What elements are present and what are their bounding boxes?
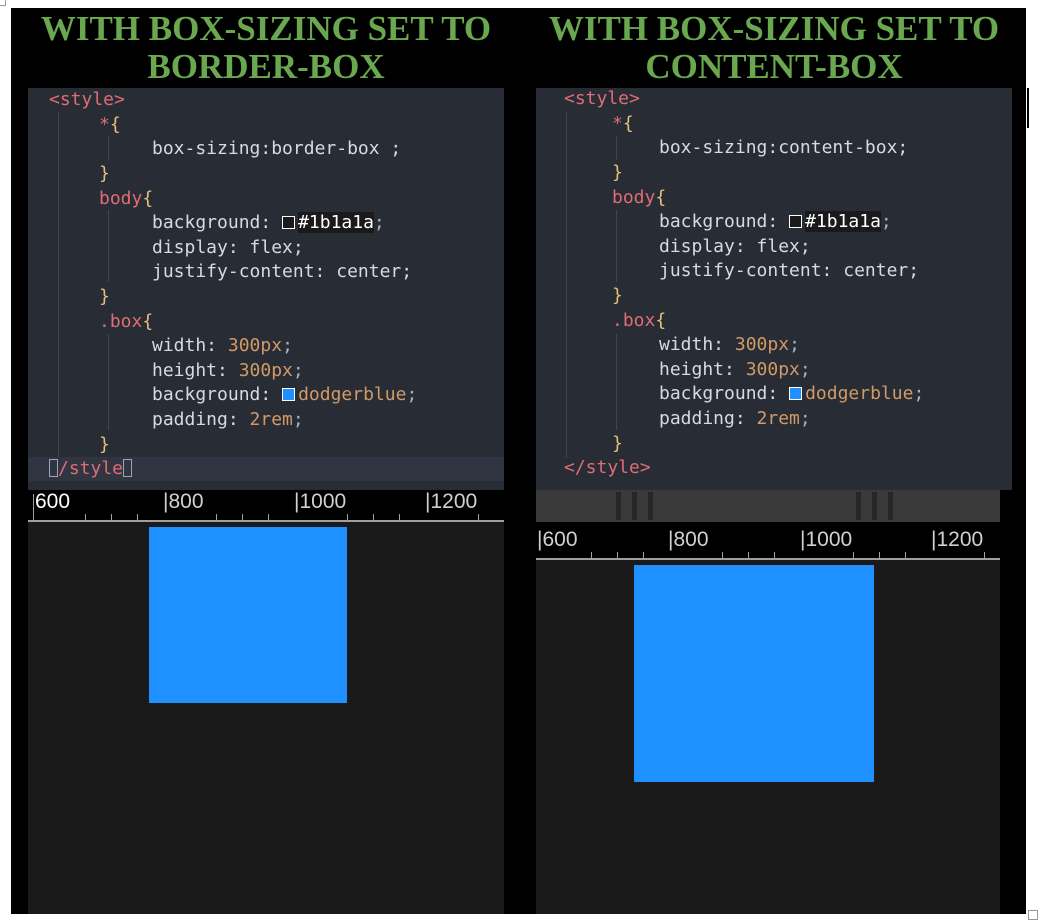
content-box-title: WITH BOX-SIZING SET TO CONTENT-BOX bbox=[536, 10, 1012, 86]
indent-guide bbox=[566, 112, 567, 458]
indent-guide bbox=[616, 334, 617, 430]
code-box-background: background: dodgerblue; bbox=[152, 384, 418, 405]
code-box-sizing: box-sizing:content-box; bbox=[659, 137, 909, 158]
code-editor[interactable]: <style> *{ box-sizing:border-box ; } bod… bbox=[28, 88, 504, 490]
title-line-1: WITH BOX-SIZING SET TO bbox=[40, 9, 492, 48]
code-close-brace: } bbox=[99, 434, 110, 455]
code-justify: justify-content: center; bbox=[152, 261, 413, 282]
code-universal-rule: *{ bbox=[99, 114, 121, 135]
indent-guide bbox=[108, 136, 109, 160]
indent-guide bbox=[616, 136, 617, 160]
code-close-brace: } bbox=[99, 286, 110, 307]
code-universal-rule: *{ bbox=[612, 113, 634, 134]
preview-box bbox=[149, 527, 347, 703]
code-box-rule: .box{ bbox=[612, 310, 667, 331]
code-body-rule: body{ bbox=[99, 188, 154, 209]
pixel-ruler: 600 |800 |1000 |1200 bbox=[28, 490, 504, 522]
code-close-brace: } bbox=[99, 163, 110, 184]
bracket-match-icon bbox=[123, 459, 133, 477]
code-box-sizing: box-sizing:border-box ; bbox=[152, 138, 402, 159]
border-box-panel: WITH BOX-SIZING SET TO BORDER-BOX <style… bbox=[28, 8, 504, 914]
ruler-label: |1200 bbox=[425, 490, 478, 513]
ruler-label: |1200 bbox=[931, 528, 984, 551]
bracket-match-icon bbox=[49, 459, 58, 477]
code-open-tag: <style> bbox=[564, 88, 640, 109]
code-body-rule: body{ bbox=[612, 187, 667, 208]
code-width: width: 300px; bbox=[152, 335, 293, 356]
indent-guide bbox=[616, 210, 617, 282]
browser-preview bbox=[536, 560, 1000, 914]
text-cursor bbox=[1027, 88, 1029, 128]
ruler-label: |800 bbox=[668, 528, 709, 551]
content-box-panel: WITH BOX-SIZING SET TO CONTENT-BOX <styl… bbox=[536, 8, 1012, 914]
code-box-background: background: dodgerblue; bbox=[659, 383, 925, 404]
code-close-brace: } bbox=[612, 285, 623, 306]
indent-guide bbox=[58, 112, 59, 460]
ruler-label: |800 bbox=[163, 490, 204, 513]
color-swatch-icon[interactable] bbox=[282, 216, 296, 229]
devtools-scroll-strip[interactable] bbox=[536, 490, 1000, 522]
title-line-1: WITH BOX-SIZING SET TO bbox=[548, 9, 1000, 48]
code-close-tag: /style bbox=[49, 457, 133, 481]
comparison-frame: WITH BOX-SIZING SET TO BORDER-BOX <style… bbox=[11, 8, 1026, 914]
code-padding: padding: 2rem; bbox=[152, 409, 304, 430]
ruler-tick bbox=[33, 494, 34, 520]
code-display: display: flex; bbox=[152, 237, 304, 258]
pixel-ruler: |600 |800 |1000 |1200 bbox=[536, 526, 1000, 560]
code-display: display: flex; bbox=[659, 236, 811, 257]
ruler-label: |1000 bbox=[800, 528, 853, 551]
code-padding: padding: 2rem; bbox=[659, 408, 811, 429]
ruler-label: 600 bbox=[35, 490, 71, 513]
code-width: width: 300px; bbox=[659, 334, 800, 355]
border-box-title: WITH BOX-SIZING SET TO BORDER-BOX bbox=[28, 10, 504, 86]
code-close-tag: </style> bbox=[564, 457, 651, 478]
title-line-2: BORDER-BOX bbox=[147, 47, 385, 86]
code-height: height: 300px; bbox=[659, 359, 811, 380]
code-close-brace: } bbox=[612, 433, 623, 454]
code-box-rule: .box{ bbox=[99, 311, 154, 332]
indent-guide bbox=[108, 334, 109, 430]
indent-guide bbox=[108, 210, 109, 282]
code-close-brace: } bbox=[612, 162, 623, 183]
color-swatch-icon[interactable] bbox=[789, 215, 803, 228]
page-corner-mark bbox=[0, 0, 6, 6]
code-height: height: 300px; bbox=[152, 360, 304, 381]
code-editor[interactable]: <style> *{ box-sizing:content-box; } bod… bbox=[536, 88, 1012, 490]
preview-box bbox=[634, 565, 874, 782]
browser-preview bbox=[28, 522, 504, 914]
color-swatch-icon[interactable] bbox=[282, 388, 296, 401]
code-justify: justify-content: center; bbox=[659, 260, 920, 281]
code-background: background: #1b1a1a; bbox=[659, 211, 892, 232]
title-line-2: CONTENT-BOX bbox=[645, 47, 903, 86]
color-swatch-icon[interactable] bbox=[789, 387, 803, 400]
ruler-label: |600 bbox=[537, 528, 578, 551]
code-background: background: #1b1a1a; bbox=[152, 212, 385, 233]
ruler-label: |1000 bbox=[294, 490, 347, 513]
page-corner-mark bbox=[1028, 910, 1038, 920]
code-open-tag: <style> bbox=[49, 89, 125, 110]
